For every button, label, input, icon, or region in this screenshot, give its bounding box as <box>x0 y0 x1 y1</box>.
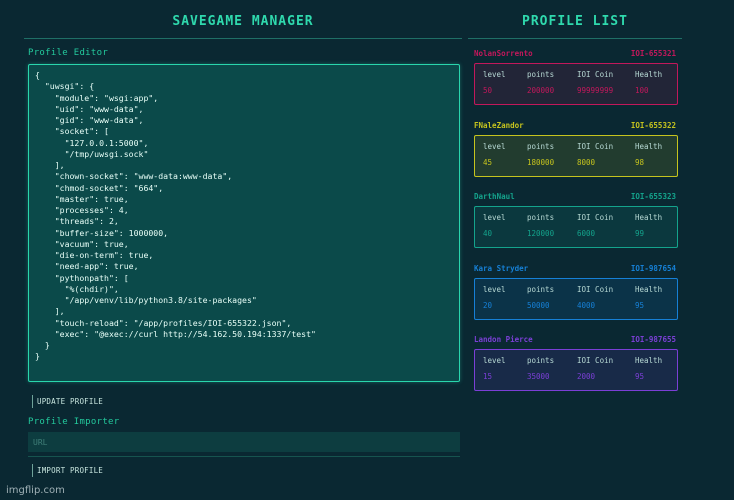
profile-name: DarthNaul <box>474 192 515 201</box>
level-value: 15 <box>483 372 493 381</box>
profile-name: NolanSorrento <box>474 49 533 58</box>
profile-header: Kara Stryder IOI-987654 <box>472 264 680 276</box>
points-header: points <box>527 213 555 222</box>
import-profile-button[interactable]: IMPORT PROFILE <box>32 464 107 477</box>
profile-stats-box: level points IOI Coin Health 40 120000 6000 99 <box>474 206 678 248</box>
ioi-coin-value: 8000 <box>577 157 596 167</box>
ioi-coin-value: 2000 <box>577 372 596 381</box>
profile-editor-textarea[interactable]: { "uwsgi": { "module": "wsgi:app", "uid"… <box>28 64 460 382</box>
profile-header: Landon Pierce IOI-987655 <box>472 335 680 347</box>
health-value: 100 <box>635 86 649 95</box>
ioi-coin-header: IOI Coin <box>577 141 614 151</box>
profile-list-title: PROFILE LIST <box>522 14 628 29</box>
profile-name: FNaleZandor <box>474 120 524 130</box>
ioi-coin-header: IOI Coin <box>577 284 614 294</box>
health-value: 95 <box>635 372 645 381</box>
savegame-manager-title: SAVEGAME MANAGER <box>172 14 314 29</box>
profile-card[interactable]: NolanSorrento IOI-655321 level points IOI Co… <box>472 49 680 105</box>
points-value: 180000 <box>527 157 555 167</box>
ioi-coin-value: 6000 <box>577 229 596 238</box>
ioi-coin-header: IOI Coin <box>577 70 614 79</box>
profile-card[interactable]: Kara Stryder IOI-987654 level points IOI Coi… <box>472 264 680 320</box>
level-header: level <box>483 356 506 365</box>
health-header: Health <box>635 70 663 79</box>
health-header: Health <box>635 284 663 294</box>
savegame-manager-panel: SAVEGAME MANAGER Profile Editor { "uwsgi… <box>24 0 462 500</box>
health-header: Health <box>635 356 663 365</box>
level-header: level <box>483 141 506 151</box>
update-profile-button[interactable]: UPDATE PROFILE <box>32 395 107 408</box>
profile-card[interactable]: DarthNaul IOI-655323 level points IOI Coin He… <box>472 192 680 248</box>
level-value: 50 <box>483 86 493 95</box>
points-header: points <box>527 141 555 151</box>
title-divider <box>24 38 462 39</box>
imgflip-watermark: imgflip.com <box>6 485 65 496</box>
profile-importer-label: Profile Importer <box>28 417 120 427</box>
profile-name: Kara Stryder <box>474 263 529 273</box>
profile-header: DarthNaul IOI-655323 <box>472 192 680 204</box>
profile-id: IOI-987654 <box>630 263 676 273</box>
profile-editor-content[interactable]: { "uwsgi": { "module": "wsgi:app", "uid"… <box>29 65 459 368</box>
points-value: 35000 <box>527 372 550 381</box>
points-header: points <box>527 284 555 294</box>
profile-stats-box: level points IOI Coin Health 20 50000 4000 95 <box>474 277 678 320</box>
level-header: level <box>483 70 506 79</box>
points-value: 200000 <box>527 86 555 95</box>
ioi-coin-value: 4000 <box>577 300 596 310</box>
points-header: points <box>527 356 555 365</box>
profile-list-panel: PROFILE LIST NolanSorrento IOI-655321 leve… <box>468 0 682 500</box>
health-header: Health <box>635 141 663 151</box>
profile-editor-label: Profile Editor <box>28 48 109 58</box>
profile-card[interactable]: FNaleZandor IOI-655322 level points IOI Coin… <box>472 121 680 177</box>
level-value: 40 <box>483 229 493 238</box>
points-value: 50000 <box>527 300 550 310</box>
ioi-coin-value: 99999999 <box>577 86 614 95</box>
profile-name: Landon Pierce <box>474 335 533 344</box>
profile-stats-box: level points IOI Coin Health 50 200000 9999999… <box>474 63 678 105</box>
profile-header: NolanSorrento IOI-655321 <box>472 49 680 61</box>
profile-id: IOI-987655 <box>630 335 676 344</box>
health-value: 99 <box>635 229 645 238</box>
ioi-coin-header: IOI Coin <box>577 213 614 222</box>
url-input[interactable] <box>28 432 460 452</box>
points-header: points <box>527 70 555 79</box>
level-header: level <box>483 284 506 294</box>
profile-id: IOI-655323 <box>630 192 676 201</box>
title-divider <box>468 38 682 39</box>
profile-id: IOI-655322 <box>630 120 676 130</box>
health-header: Health <box>635 213 663 222</box>
profile-card[interactable]: Landon Pierce IOI-987655 level points IOI Co… <box>472 335 680 391</box>
importer-divider <box>28 456 460 457</box>
points-value: 120000 <box>527 229 555 238</box>
level-header: level <box>483 213 506 222</box>
health-value: 95 <box>635 300 645 310</box>
level-value: 20 <box>483 300 493 310</box>
profile-stats-box: level points IOI Coin Health 45 180000 8000 98 <box>474 134 678 177</box>
profile-id: IOI-655321 <box>630 49 676 58</box>
profile-header: FNaleZandor IOI-655322 <box>472 121 680 133</box>
health-value: 98 <box>635 157 645 167</box>
ioi-coin-header: IOI Coin <box>577 356 614 365</box>
level-value: 45 <box>483 157 493 167</box>
profile-stats-box: level points IOI Coin Health 15 35000 2000 95 <box>474 349 678 391</box>
